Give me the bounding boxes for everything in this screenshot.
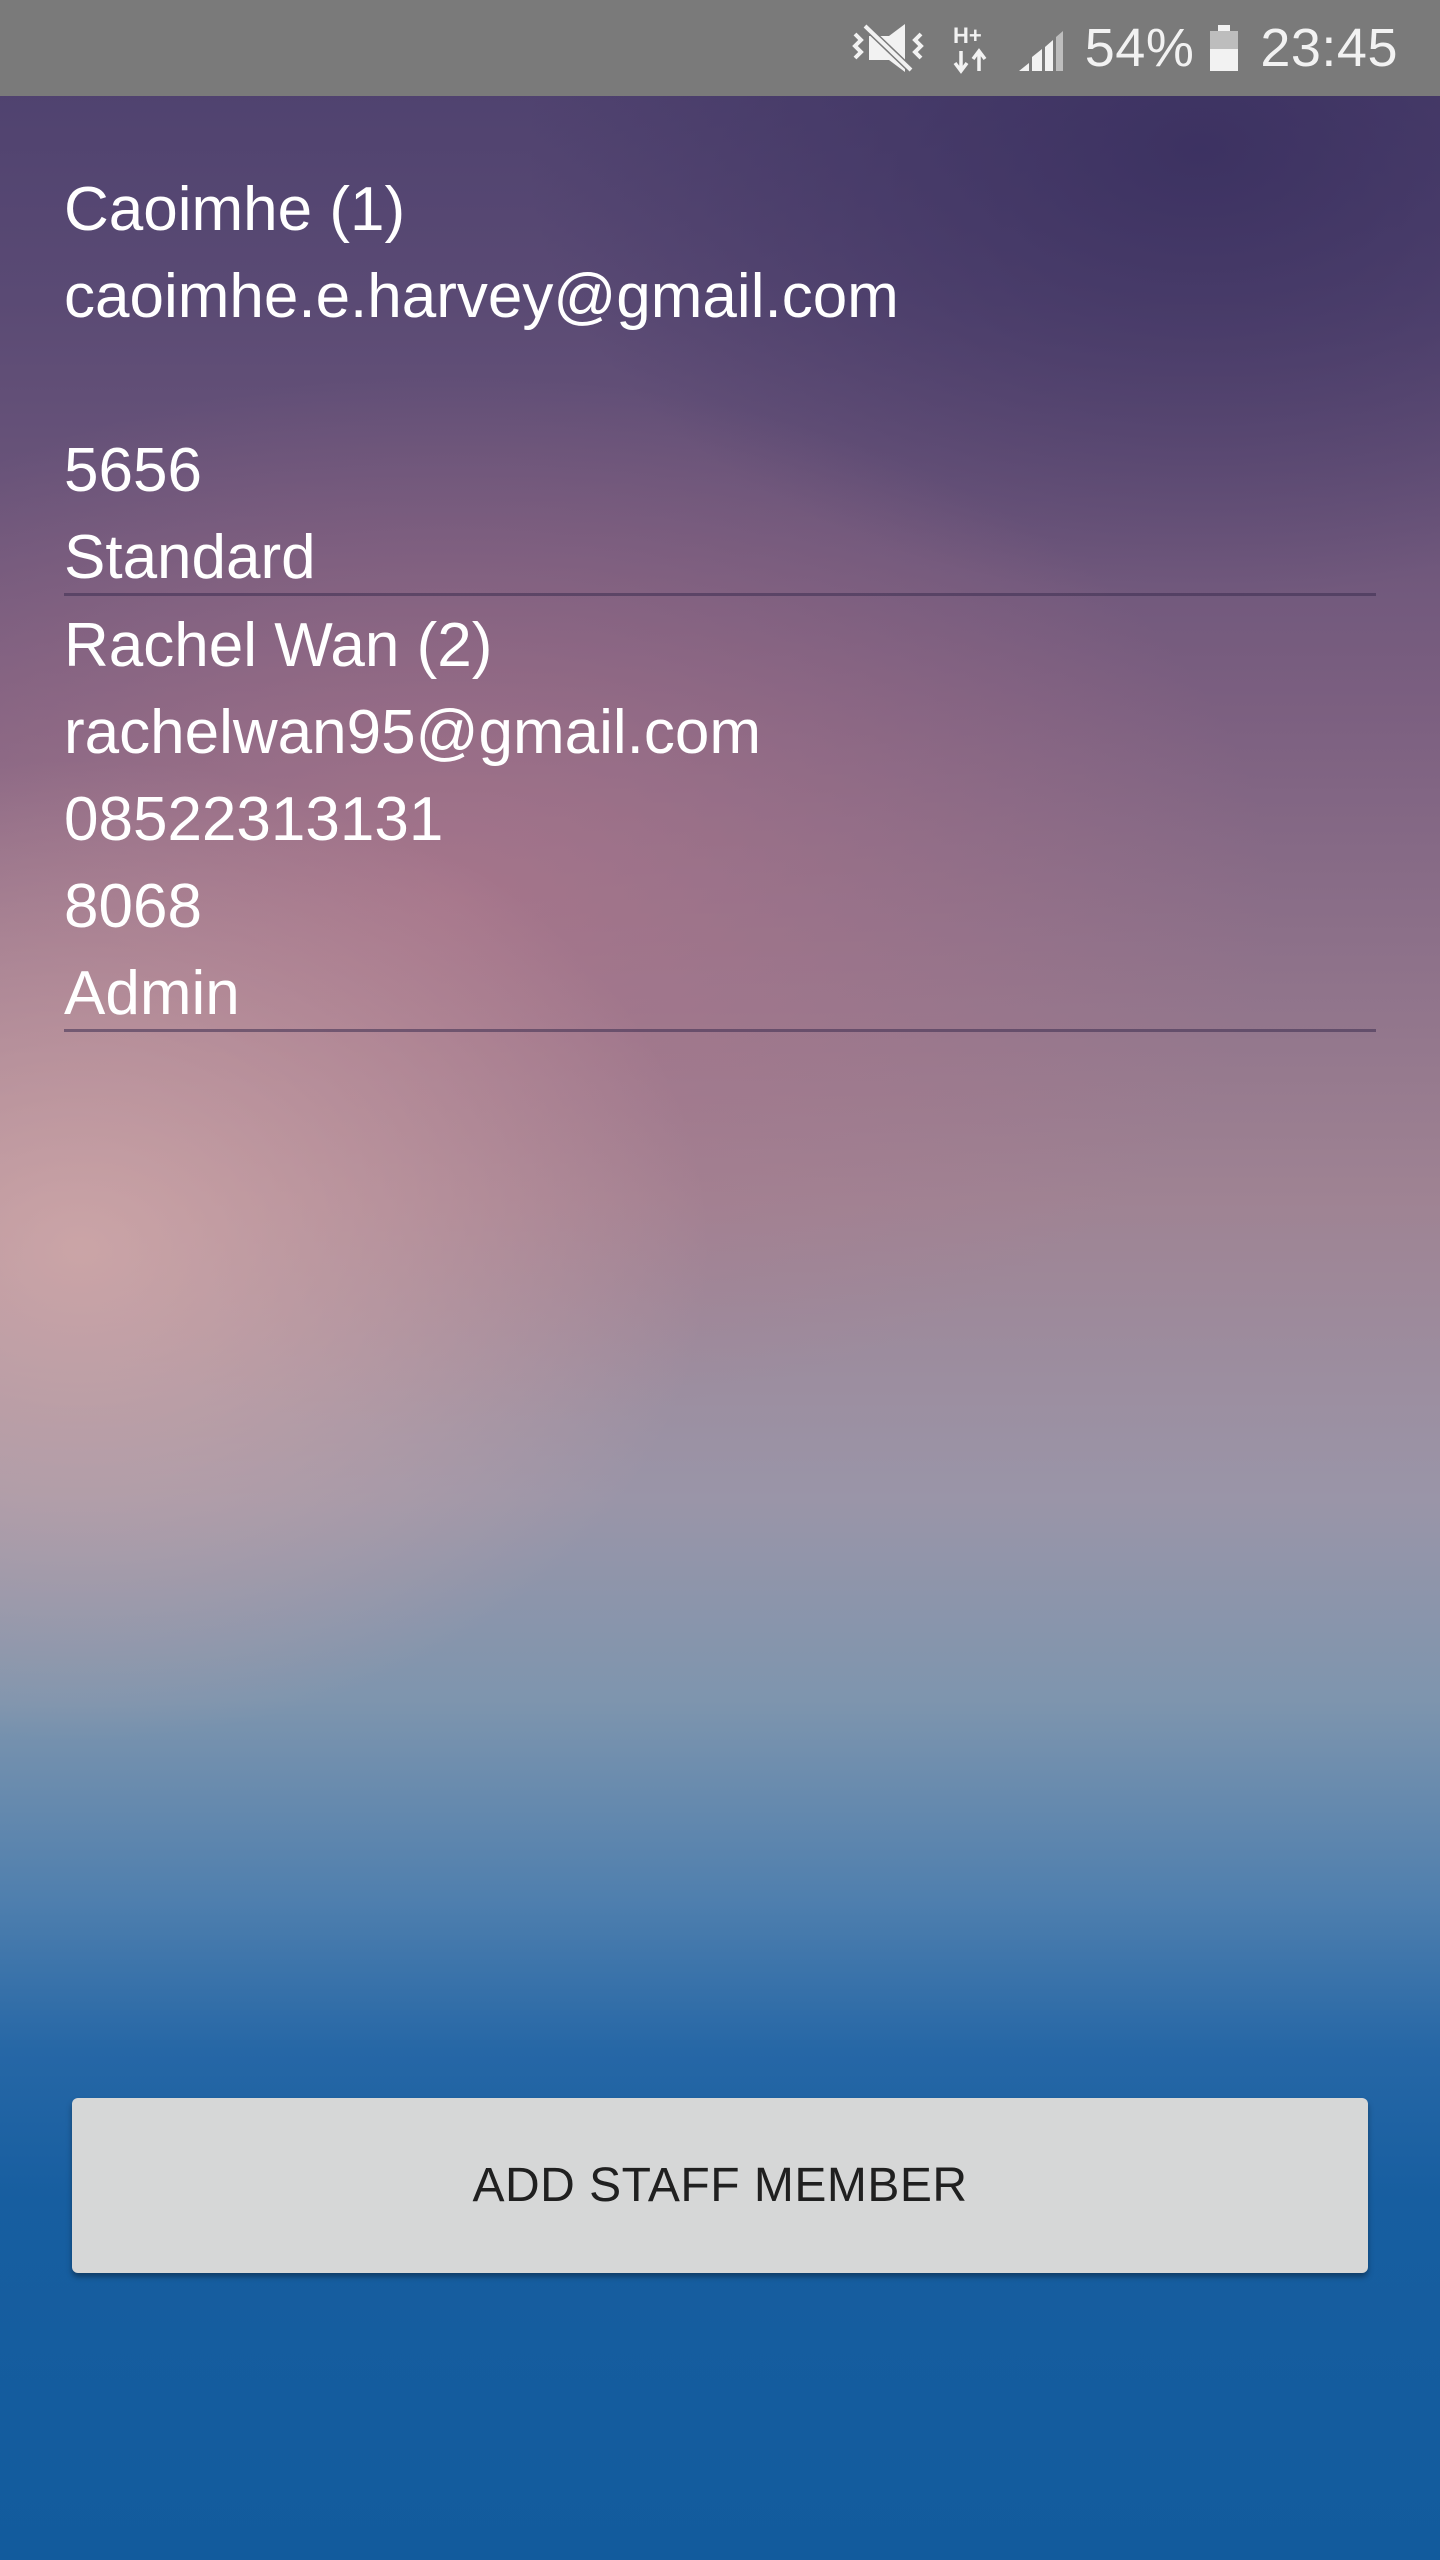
battery-percent: 54% xyxy=(1084,18,1195,78)
staff-name: Caoimhe (1) xyxy=(64,175,406,244)
clock: 23:45 xyxy=(1260,18,1398,78)
vibrate-mode-icon xyxy=(851,22,925,74)
staff-list: Caoimhe (1) caoimhe.e.harvey@gmail.com 5… xyxy=(64,96,1376,1032)
staff-email: rachelwan95@gmail.com xyxy=(64,698,762,767)
staff-phone xyxy=(64,340,1376,427)
cell-signal-icon xyxy=(1017,23,1065,73)
staff-email: caoimhe.e.harvey@gmail.com xyxy=(64,262,899,331)
staff-phone: 08522313131 xyxy=(64,785,444,854)
data-hplus-icon: H+ xyxy=(951,21,991,75)
battery-icon xyxy=(1208,23,1240,73)
staff-name: Rachel Wan (2) xyxy=(64,611,493,680)
data-type-label: H+ xyxy=(953,23,982,48)
add-staff-member-button[interactable]: ADD STAFF MEMBER xyxy=(72,2098,1368,2273)
staff-pin: 5656 xyxy=(64,436,202,505)
staff-pin: 8068 xyxy=(64,872,202,941)
staff-entry[interactable]: Caoimhe (1) caoimhe.e.harvey@gmail.com 5… xyxy=(64,96,1376,596)
status-bar: H+ 54% 23:45 xyxy=(0,0,1440,96)
staff-role: Admin xyxy=(64,959,240,1028)
staff-entry[interactable]: Rachel Wan (2) rachelwan95@gmail.com 085… xyxy=(64,596,1376,1032)
staff-role: Standard xyxy=(64,523,316,592)
